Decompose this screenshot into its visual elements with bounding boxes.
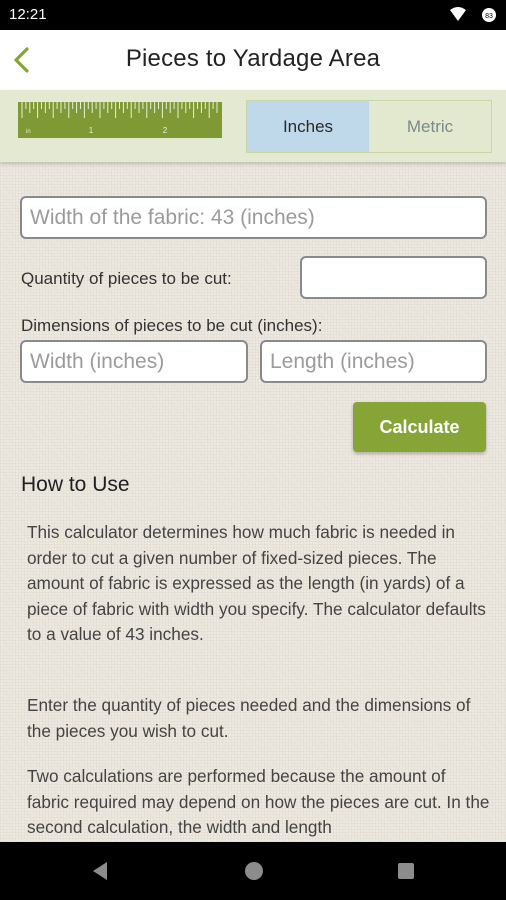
svg-text:83: 83 xyxy=(485,13,493,20)
system-nav-bar xyxy=(0,842,506,900)
nav-back-icon[interactable] xyxy=(89,859,113,883)
calculator-content: Quantity of pieces to be cut: Dimensions… xyxy=(0,162,506,842)
nav-home-icon[interactable] xyxy=(242,859,266,883)
inches-tab[interactable]: Inches xyxy=(247,101,369,152)
piece-length-input[interactable] xyxy=(260,340,487,383)
status-bar: 12:21 83 xyxy=(0,0,506,30)
dimensions-label: Dimensions of pieces to be cut (inches): xyxy=(21,316,323,335)
how-to-use-heading: How to Use xyxy=(21,473,130,496)
ruler-label-in: in xyxy=(26,129,31,135)
app-bar: Pieces to Yardage Area xyxy=(0,30,506,90)
unit-toggle: Inches Metric xyxy=(246,100,492,153)
fabric-width-input[interactable] xyxy=(20,196,487,239)
quantity-label: Quantity of pieces to be cut: xyxy=(21,269,232,288)
unit-toolbar: in 1 2 Inches Metric xyxy=(0,90,506,162)
status-icons: 83 xyxy=(450,7,496,22)
ruler-icon: in 1 2 xyxy=(18,102,222,138)
how-to-use-paragraph: Two calculations are performed because t… xyxy=(27,766,490,838)
page-title: Pieces to Yardage Area xyxy=(125,45,381,72)
calculate-button[interactable]: Calculate xyxy=(353,402,486,452)
piece-width-input[interactable] xyxy=(20,340,248,383)
ruler-label-2: 2 xyxy=(163,126,168,135)
status-time: 12:21 xyxy=(9,6,47,23)
how-to-use-paragraph: This calculator determines how much fabr… xyxy=(27,522,486,645)
wifi-icon xyxy=(450,7,466,21)
quantity-input[interactable] xyxy=(300,256,487,299)
ruler-label-1: 1 xyxy=(89,126,94,135)
metric-tab[interactable]: Metric xyxy=(369,101,491,152)
how-to-use-paragraph: Enter the quantity of pieces needed and … xyxy=(27,695,471,741)
nav-recents-icon[interactable] xyxy=(394,859,418,883)
